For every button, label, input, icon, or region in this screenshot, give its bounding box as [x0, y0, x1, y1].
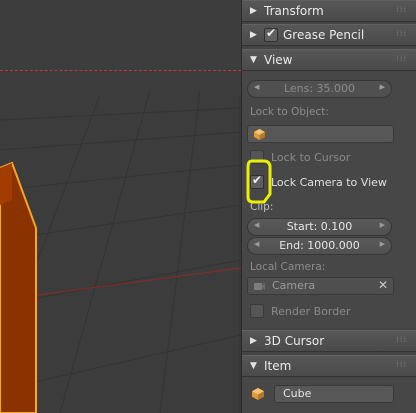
lock-to-object-field[interactable]	[247, 125, 394, 143]
grease-pencil-checkbox[interactable]: ✔	[264, 26, 278, 42]
render-border-checkbox[interactable]	[250, 304, 264, 318]
view-panel-body: ◀ Lens: 35.000 ▶ Lock to Object: Lock to…	[242, 71, 416, 329]
increment-arrow-icon[interactable]: ▶	[380, 83, 385, 91]
clip-label: Clip:	[250, 201, 274, 213]
render-border-label: Render Border	[271, 305, 351, 318]
item-label: Item	[264, 359, 292, 373]
object-name-field[interactable]: Cube	[274, 385, 394, 403]
lock-camera-to-view-label: Lock Camera to View	[271, 176, 387, 189]
triangle-down-icon: ▼	[250, 361, 257, 371]
viewport-scene	[0, 89, 241, 413]
triangle-right-icon: ▶	[250, 30, 257, 40]
lock-to-cursor-label: Lock to Cursor	[271, 151, 351, 164]
3d-cursor-panel-header[interactable]: ▶ 3D Cursor ⁞⁞⁞	[242, 330, 416, 352]
clip-end-value: End: 1000.000	[279, 239, 360, 252]
drag-grip-icon[interactable]: ⁞⁞⁞	[396, 5, 407, 14]
local-camera-value: Camera	[272, 279, 316, 292]
increment-arrow-icon[interactable]: ▶	[380, 240, 385, 248]
lens-value: Lens: 35.000	[283, 82, 356, 95]
3d-viewport[interactable]	[0, 0, 241, 413]
cube-icon	[254, 129, 265, 140]
checkmark-icon: ✔	[266, 26, 277, 40]
drag-grip-icon[interactable]: ⁞⁞⁞	[396, 360, 407, 369]
transform-panel-header[interactable]: ▶ Transform ⁞⁞⁞	[242, 0, 416, 22]
clip-start-value: Start: 0.100	[286, 220, 353, 233]
transform-label: Transform	[264, 4, 324, 18]
clip-start-field[interactable]: ◀ Start: 0.100 ▶	[247, 218, 392, 236]
triangle-down-icon: ▼	[250, 55, 257, 65]
object-name-value: Cube	[283, 387, 312, 400]
view-panel-header[interactable]: ▼ View ⁞⁞⁞	[242, 49, 416, 71]
camera-icon	[254, 283, 265, 290]
local-camera-field[interactable]: Camera ✕	[247, 277, 394, 295]
grease-pencil-label: Grease Pencil	[283, 28, 365, 42]
drag-grip-icon[interactable]: ⁞⁞⁞	[396, 29, 407, 38]
cube-icon	[252, 388, 264, 400]
item-panel-header[interactable]: ▼ Item ⁞⁞⁞	[242, 355, 416, 377]
lens-field[interactable]: ◀ Lens: 35.000 ▶	[247, 80, 392, 98]
properties-panel: ▶ Transform ⁞⁞⁞ ▶ ✔ Grease Pencil ⁞⁞⁞ ▼ …	[241, 0, 416, 413]
triangle-right-icon: ▶	[250, 336, 257, 346]
lock-to-object-label: Lock to Object:	[250, 106, 329, 118]
clear-x-icon[interactable]: ✕	[378, 278, 388, 292]
lock-camera-to-view-checkbox[interactable]: ✔	[250, 173, 264, 189]
drag-grip-icon[interactable]: ⁞⁞⁞	[396, 335, 407, 344]
item-panel-body: Cube	[242, 377, 416, 413]
local-camera-label: Local Camera:	[250, 261, 326, 273]
drag-grip-icon[interactable]: ⁞⁞⁞	[396, 54, 407, 63]
checkmark-icon: ✔	[252, 173, 263, 187]
triangle-right-icon: ▶	[250, 6, 257, 16]
view-label: View	[264, 53, 293, 67]
clip-end-field[interactable]: ◀ End: 1000.000 ▶	[247, 237, 392, 255]
grease-pencil-panel-header[interactable]: ▶ ✔ Grease Pencil ⁞⁞⁞	[242, 24, 416, 46]
cube-top-face	[0, 163, 12, 205]
lock-to-cursor-checkbox[interactable]	[250, 150, 264, 164]
increment-arrow-icon[interactable]: ▶	[380, 221, 385, 229]
3d-cursor-label: 3D Cursor	[264, 334, 325, 348]
